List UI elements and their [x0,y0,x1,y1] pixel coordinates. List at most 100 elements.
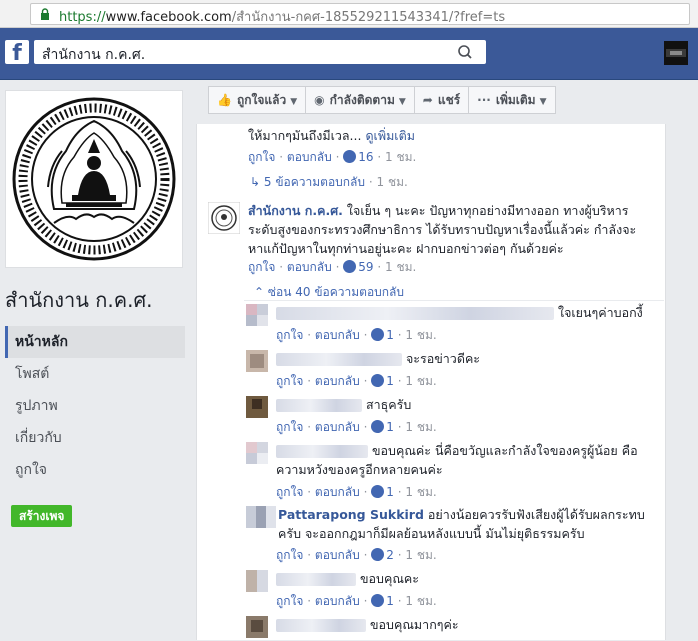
facebook-logo-icon[interactable]: f [5,40,29,64]
comment-body: หาแก้ปัญหาในทุกท่านอยู่นะคะ ฝากบอกข่าวต่… [248,241,564,256]
separator: · [368,175,373,189]
page-profile-picture[interactable] [5,90,183,268]
like-count[interactable]: 1 [386,594,394,608]
separator: · [307,485,312,499]
like-link[interactable]: ถูกใจ [276,594,303,608]
blurred-author-name[interactable] [276,307,554,320]
reply-author[interactable]: Pattarapong Sukkird [278,507,424,522]
page-avatar[interactable] [207,201,241,235]
comment-author[interactable]: สำนักงาน ก.ค.ศ. [248,203,343,218]
separator: · [307,548,312,562]
like-link[interactable]: ถูกใจ [276,548,303,562]
timestamp[interactable]: 1 ชม. [405,420,436,434]
reply-body: สาธุครับ [365,397,412,412]
like-count-icon [371,374,385,387]
reply-body: อย่างน้อยควรรับฟังเสียงผู้ได้รับผลกระทบ [427,507,645,522]
reply-meta: ถูกใจ · ตอบกลับ · 1 · 1 ชม. [276,418,437,437]
timestamp[interactable]: 1 ชม. [405,328,436,342]
see-more-link[interactable]: ดูเพิ่มเติม [365,128,415,143]
like-count[interactable]: 1 [386,374,394,388]
hide-replies-link[interactable]: ซ่อน 40 ข้อความตอบกลับ [268,285,404,299]
like-link[interactable]: ถูกใจ [276,420,303,434]
nav-item-photos[interactable]: รูปภาพ [5,390,185,422]
like-link[interactable]: ถูกใจ [248,150,275,164]
like-link[interactable]: ถูกใจ [276,374,303,388]
timestamp[interactable]: 1 ชม. [405,594,436,608]
page-nav: หน้าหลัก โพสต์ รูปภาพ เกี่ยวกับ ถูกใจ [5,326,185,486]
separator: · [363,548,368,562]
separator: · [307,594,312,608]
like-count[interactable]: 2 [386,548,394,562]
reply-avatar[interactable] [246,616,268,638]
timestamp[interactable]: 1 ชม. [385,260,416,274]
reply-link[interactable]: ตอบกลับ [315,374,360,388]
ellipsis-icon: ··· [477,93,491,107]
reply-avatar[interactable] [246,570,268,592]
following-button[interactable]: ◉ กำลังติดตาม ▼ [305,86,415,114]
reply-avatar[interactable] [246,396,268,418]
separator: · [279,260,284,274]
share-button[interactable]: ➦ แชร์ [413,86,470,114]
blurred-avatar-icon [246,506,276,528]
blurred-author-name[interactable] [276,619,366,632]
separator: · [397,420,402,434]
nav-item-posts[interactable]: โพสต์ [5,358,185,390]
divider [244,300,664,301]
reply-link[interactable]: ตอบกลับ [315,328,360,342]
like-count-icon [343,260,357,273]
blurred-author-name[interactable] [276,353,402,366]
blurred-author-name[interactable] [276,573,356,586]
search-input[interactable]: สำนักงาน ก.ค.ศ. [34,40,486,64]
separator: · [397,594,402,608]
blurred-avatar-icon [246,442,268,464]
address-bar[interactable]: https://www.facebook.com/สำนักงาน-กคศ-18… [30,3,690,25]
like-count-icon [371,485,385,498]
reply-link[interactable]: ตอบกลับ [315,548,360,562]
reply-meta: ถูกใจ · ตอบกลับ · 1 · 1 ชม. [276,592,437,611]
timestamp[interactable]: 1 ชม. [385,150,416,164]
reply-link[interactable]: ตอบกลับ [315,420,360,434]
blurred-author-name[interactable] [276,399,362,412]
reply-avatar[interactable] [246,350,268,372]
reply-body: ขอบคุณคะ [359,571,420,586]
more-button[interactable]: ··· เพิ่มเติม ▼ [468,86,556,114]
like-count[interactable]: 16 [358,150,373,164]
timestamp[interactable]: 1 ชม. [405,548,436,562]
nav-item-home[interactable]: หน้าหลัก [5,326,185,358]
like-count[interactable]: 1 [386,328,394,342]
like-count[interactable]: 59 [358,260,373,274]
like-link[interactable]: ถูกใจ [248,260,275,274]
separator: · [307,374,312,388]
page-action-bar: 👍 ถูกใจแล้ว ▼ ◉ กำลังติดตาม ▼ ➦ แชร์ ··· เพิ่ม… [208,86,556,114]
blurred-author-name[interactable] [276,445,368,458]
view-replies-link[interactable]: 5 ข้อความตอบกลับ [264,175,365,189]
emblem-avatar-icon [207,201,241,235]
reply-link[interactable]: ตอบกลับ [287,260,332,274]
timestamp[interactable]: 1 ชม. [405,485,436,499]
reply-body: ขอบคุณค่ะ นี่คือขวัญและกำลังใจของครูผู้น… [371,443,638,458]
nav-item-about[interactable]: เกี่ยวกับ [5,422,185,454]
comment-body: ระดับสูงของกระทรวงศึกษาธิการ ได้รับทราบป… [248,222,637,237]
reply-avatar[interactable] [246,304,268,326]
reply-avatar[interactable] [246,506,276,528]
create-page-button[interactable]: สร้างเพจ [11,505,73,527]
search-icon[interactable] [446,40,486,64]
lock-icon [41,8,49,20]
like-link[interactable]: ถูกใจ [276,328,303,342]
following-label: กำลังติดตาม [329,93,395,107]
page-name[interactable]: สำนักงาน ก.ค.ศ. [5,284,153,316]
nav-item-likes[interactable]: ถูกใจ [5,454,185,486]
reply-avatar[interactable] [246,442,268,464]
page-comment: สำนักงาน ก.ค.ศ. ใจเย็น ๆ นะคะ ปัญหาทุกอย… [248,201,636,258]
reply-link[interactable]: ตอบกลับ [315,485,360,499]
user-avatar[interactable] [664,41,688,65]
like-count[interactable]: 1 [386,485,394,499]
like-link[interactable]: ถูกใจ [276,485,303,499]
reply-link[interactable]: ตอบกลับ [315,594,360,608]
liked-button[interactable]: 👍 ถูกใจแล้ว ▼ [208,86,307,114]
timestamp[interactable]: 1 ชม. [405,374,436,388]
reply-link[interactable]: ตอบกลับ [287,150,332,164]
separator: · [397,548,402,562]
like-count[interactable]: 1 [386,420,394,434]
separator: · [397,374,402,388]
